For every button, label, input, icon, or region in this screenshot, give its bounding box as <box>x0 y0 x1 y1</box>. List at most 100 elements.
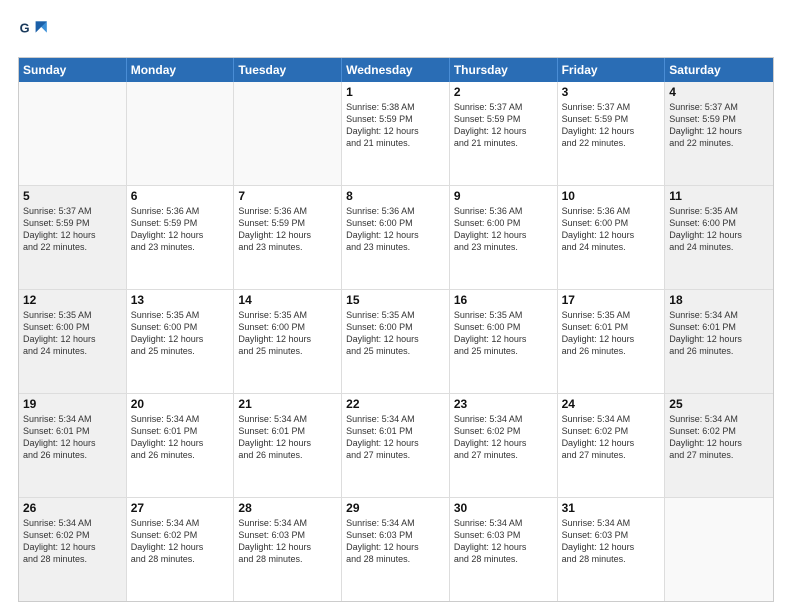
day-number: 26 <box>23 501 122 515</box>
day-number: 15 <box>346 293 445 307</box>
calendar-cell-day-19: 19Sunrise: 5:34 AM Sunset: 6:01 PM Dayli… <box>19 394 127 497</box>
calendar-cell-day-11: 11 Sunrise: 5:35 AM Sunset: 6:00 PM Dayli… <box>665 186 773 289</box>
calendar-cell-empty <box>19 82 127 185</box>
calendar-cell-day-20: 20 Sunrise: 5:34 AM Sunset: 6:01 PM Dayli… <box>127 394 235 497</box>
calendar-week-2: 5 Sunrise: 5:37 AM Sunset: 5:59 PM Daylig… <box>19 185 773 289</box>
day-number: 2 <box>454 85 553 99</box>
day-info: Sunrise: 5:34 AM Sunset: 6:02 PM Dayligh… <box>562 413 661 462</box>
day-number: 5 <box>23 189 122 203</box>
calendar-cell-empty <box>234 82 342 185</box>
calendar-cell-day-4: 4 Sunrise: 5:37 AM Sunset: 5:59 PM Daylig… <box>665 82 773 185</box>
day-info: Sunrise: 5:34 AM Sunset: 6:01 PM Dayligh… <box>131 413 230 462</box>
day-info: Sunrise: 5:34 AM Sunset: 6:02 PM Dayligh… <box>23 517 122 566</box>
day-info: Sunrise: 5:34 AM Sunset: 6:02 PM Dayligh… <box>131 517 230 566</box>
day-number: 12 <box>23 293 122 307</box>
day-info: Sunrise: 5:35 AM Sunset: 6:00 PM Dayligh… <box>23 309 122 358</box>
day-number: 11 <box>669 189 769 203</box>
calendar-cell-day-23: 23 Sunrise: 5:34 AM Sunset: 6:02 PM Dayli… <box>450 394 558 497</box>
svg-text:G: G <box>20 21 30 36</box>
logo-icon: G <box>18 15 50 47</box>
day-info: Sunrise: 5:35 AM Sunset: 6:00 PM Dayligh… <box>131 309 230 358</box>
calendar-cell-day-29: 29 Sunrise: 5:34 AM Sunset: 6:03 PM Dayli… <box>342 498 450 601</box>
calendar-week-3: 12 Sunrise: 5:35 AM Sunset: 6:00 PM Dayli… <box>19 289 773 393</box>
header-day-wednesday: Wednesday <box>342 58 450 82</box>
day-info: Sunrise: 5:36 AM Sunset: 5:59 PM Dayligh… <box>238 205 337 254</box>
day-number: 25 <box>669 397 769 411</box>
day-number: 10 <box>562 189 661 203</box>
day-info: Sunrise: 5:34 AM Sunset: 6:01 PM Dayligh… <box>238 413 337 462</box>
calendar-cell-day-26: 26 Sunrise: 5:34 AM Sunset: 6:02 PM Dayli… <box>19 498 127 601</box>
day-info: Sunrise: 5:36 AM Sunset: 5:59 PM Dayligh… <box>131 205 230 254</box>
day-info: Sunrise: 5:35 AM Sunset: 6:00 PM Dayligh… <box>669 205 769 254</box>
day-info: Sunrise: 5:35 AM Sunset: 6:00 PM Dayligh… <box>454 309 553 358</box>
day-info: Sunrise: 5:34 AM Sunset: 6:03 PM Dayligh… <box>454 517 553 566</box>
calendar-cell-day-10: 10 Sunrise: 5:36 AM Sunset: 6:00 PM Dayli… <box>558 186 666 289</box>
calendar-cell-day-12: 12 Sunrise: 5:35 AM Sunset: 6:00 PM Dayli… <box>19 290 127 393</box>
header-day-friday: Friday <box>558 58 666 82</box>
day-number: 30 <box>454 501 553 515</box>
calendar-cell-empty <box>665 498 773 601</box>
day-info: Sunrise: 5:34 AM Sunset: 6:03 PM Dayligh… <box>562 517 661 566</box>
day-number: 20 <box>131 397 230 411</box>
calendar-week-1: 1 Sunrise: 5:38 AM Sunset: 5:59 PM Daylig… <box>19 82 773 185</box>
calendar-cell-day-7: 7Sunrise: 5:36 AM Sunset: 5:59 PM Daylig… <box>234 186 342 289</box>
day-number: 28 <box>238 501 337 515</box>
calendar-cell-day-14: 14 Sunrise: 5:35 AM Sunset: 6:00 PM Dayli… <box>234 290 342 393</box>
calendar-cell-day-28: 28Sunrise: 5:34 AM Sunset: 6:03 PM Dayli… <box>234 498 342 601</box>
calendar-cell-day-30: 30 Sunrise: 5:34 AM Sunset: 6:03 PM Dayli… <box>450 498 558 601</box>
header-day-sunday: Sunday <box>19 58 127 82</box>
calendar-cell-day-9: 9Sunrise: 5:36 AM Sunset: 6:00 PM Daylig… <box>450 186 558 289</box>
day-number: 14 <box>238 293 337 307</box>
day-info: Sunrise: 5:34 AM Sunset: 6:02 PM Dayligh… <box>454 413 553 462</box>
day-info: Sunrise: 5:37 AM Sunset: 5:59 PM Dayligh… <box>562 101 661 150</box>
day-number: 18 <box>669 293 769 307</box>
calendar-cell-day-17: 17 Sunrise: 5:35 AM Sunset: 6:01 PM Dayli… <box>558 290 666 393</box>
day-info: Sunrise: 5:34 AM Sunset: 6:03 PM Dayligh… <box>346 517 445 566</box>
day-number: 21 <box>238 397 337 411</box>
calendar-cell-day-24: 24 Sunrise: 5:34 AM Sunset: 6:02 PM Dayli… <box>558 394 666 497</box>
calendar-cell-day-3: 3Sunrise: 5:37 AM Sunset: 5:59 PM Daylig… <box>558 82 666 185</box>
day-number: 29 <box>346 501 445 515</box>
header-day-saturday: Saturday <box>665 58 773 82</box>
calendar-week-5: 26 Sunrise: 5:34 AM Sunset: 6:02 PM Dayli… <box>19 497 773 601</box>
day-info: Sunrise: 5:34 AM Sunset: 6:01 PM Dayligh… <box>669 309 769 358</box>
day-number: 23 <box>454 397 553 411</box>
calendar-week-4: 19Sunrise: 5:34 AM Sunset: 6:01 PM Dayli… <box>19 393 773 497</box>
calendar-cell-day-2: 2Sunrise: 5:37 AM Sunset: 5:59 PM Daylig… <box>450 82 558 185</box>
day-number: 22 <box>346 397 445 411</box>
day-number: 17 <box>562 293 661 307</box>
day-info: Sunrise: 5:36 AM Sunset: 6:00 PM Dayligh… <box>562 205 661 254</box>
calendar-cell-day-18: 18 Sunrise: 5:34 AM Sunset: 6:01 PM Dayli… <box>665 290 773 393</box>
calendar-cell-day-5: 5 Sunrise: 5:37 AM Sunset: 5:59 PM Daylig… <box>19 186 127 289</box>
day-info: Sunrise: 5:38 AM Sunset: 5:59 PM Dayligh… <box>346 101 445 150</box>
day-info: Sunrise: 5:35 AM Sunset: 6:00 PM Dayligh… <box>238 309 337 358</box>
calendar-cell-day-21: 21 Sunrise: 5:34 AM Sunset: 6:01 PM Dayli… <box>234 394 342 497</box>
calendar-cell-day-27: 27 Sunrise: 5:34 AM Sunset: 6:02 PM Dayli… <box>127 498 235 601</box>
day-info: Sunrise: 5:36 AM Sunset: 6:00 PM Dayligh… <box>454 205 553 254</box>
calendar-cell-day-8: 8Sunrise: 5:36 AM Sunset: 6:00 PM Daylig… <box>342 186 450 289</box>
day-info: Sunrise: 5:34 AM Sunset: 6:02 PM Dayligh… <box>669 413 769 462</box>
day-info: Sunrise: 5:37 AM Sunset: 5:59 PM Dayligh… <box>23 205 122 254</box>
calendar-cell-day-15: 15 Sunrise: 5:35 AM Sunset: 6:00 PM Dayli… <box>342 290 450 393</box>
calendar: SundayMondayTuesdayWednesdayThursdayFrid… <box>18 57 774 602</box>
day-info: Sunrise: 5:37 AM Sunset: 5:59 PM Dayligh… <box>669 101 769 150</box>
day-number: 13 <box>131 293 230 307</box>
day-number: 24 <box>562 397 661 411</box>
calendar-cell-day-31: 31 Sunrise: 5:34 AM Sunset: 6:03 PM Dayli… <box>558 498 666 601</box>
header-day-tuesday: Tuesday <box>234 58 342 82</box>
calendar-page: G SundayMondayTuesdayWednesdayThursdayFr… <box>0 0 792 612</box>
day-number: 8 <box>346 189 445 203</box>
logo: G <box>18 15 54 47</box>
calendar-cell-day-22: 22Sunrise: 5:34 AM Sunset: 6:01 PM Dayli… <box>342 394 450 497</box>
day-number: 4 <box>669 85 769 99</box>
day-info: Sunrise: 5:34 AM Sunset: 6:01 PM Dayligh… <box>23 413 122 462</box>
calendar-cell-day-6: 6 Sunrise: 5:36 AM Sunset: 5:59 PM Daylig… <box>127 186 235 289</box>
day-number: 31 <box>562 501 661 515</box>
header-day-monday: Monday <box>127 58 235 82</box>
header-day-thursday: Thursday <box>450 58 558 82</box>
day-number: 1 <box>346 85 445 99</box>
day-info: Sunrise: 5:35 AM Sunset: 6:00 PM Dayligh… <box>346 309 445 358</box>
day-info: Sunrise: 5:35 AM Sunset: 6:01 PM Dayligh… <box>562 309 661 358</box>
day-number: 27 <box>131 501 230 515</box>
day-number: 6 <box>131 189 230 203</box>
